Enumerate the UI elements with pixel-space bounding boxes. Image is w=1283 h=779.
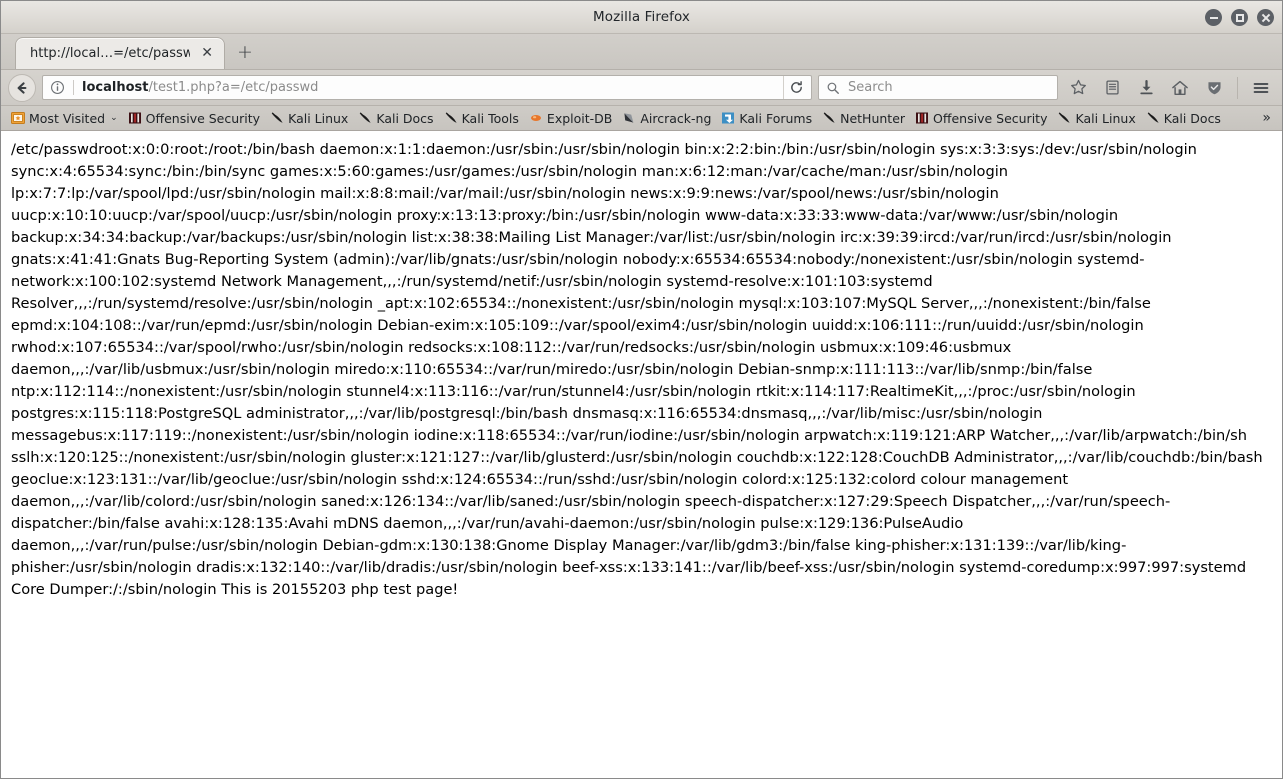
window-title: Mozilla Firefox: [593, 9, 690, 25]
download-arrow-icon: [1139, 79, 1153, 95]
library-button[interactable]: [1098, 74, 1126, 102]
bookmark-label: Offensive Security: [145, 110, 261, 126]
library-icon: [1105, 80, 1119, 95]
chevron-down-icon[interactable]: ⌄: [110, 113, 118, 123]
reload-button[interactable]: [783, 76, 809, 99]
url-bar[interactable]: localhost/test1.php?a=/etc/passwd: [42, 75, 812, 100]
bookmark-label: Most Visited: [29, 110, 106, 126]
bookmark-label: Kali Forums: [739, 110, 813, 126]
identity-box[interactable]: [50, 80, 82, 95]
offsec-icon: [128, 112, 141, 124]
navigation-toolbar: localhost/test1.php?a=/etc/passwd Search: [1, 70, 1282, 106]
kali-dragon-icon: [359, 112, 371, 123]
bookmark-most-visited[interactable]: Most Visited ⌄: [6, 110, 123, 127]
bookmark-offensive-security-2[interactable]: Offensive Security: [910, 110, 1052, 127]
bookmark-aircrack-ng[interactable]: Aircrack-ng: [617, 110, 716, 127]
aircrack-icon: [624, 113, 634, 123]
close-button[interactable]: [1257, 9, 1274, 26]
hamburger-menu-icon: [1253, 82, 1269, 93]
maximize-button[interactable]: [1231, 9, 1248, 26]
bookmark-label: Exploit-DB: [546, 110, 613, 126]
bookmark-kali-forums[interactable]: Kali Forums: [716, 110, 817, 127]
new-tab-button[interactable]: +: [237, 43, 253, 62]
bookmark-kali-linux-2[interactable]: Kali Linux: [1052, 110, 1140, 127]
bookmark-label: Kali Tools: [461, 110, 519, 126]
search-icon: [827, 82, 839, 94]
bookmark-offensive-security-1[interactable]: Offensive Security: [123, 110, 265, 127]
url-path: /test1.php?a=/etc/passwd: [148, 80, 319, 95]
bookmark-label: Kali Docs: [376, 110, 434, 126]
bookmark-kali-docs-1[interactable]: Kali Docs: [353, 110, 438, 127]
bookmark-label: Offensive Security: [933, 110, 1048, 126]
search-input[interactable]: Search: [848, 80, 893, 95]
info-circle-icon: [51, 81, 64, 94]
star-icon: [1070, 79, 1086, 95]
toolbar-separator: [1237, 76, 1238, 99]
url-host: localhost: [82, 80, 149, 95]
offsec-icon: [916, 112, 929, 124]
bookmark-label: Aircrack-ng: [640, 110, 712, 126]
passwd-file-output: /etc/passwdroot:x:0:0:root:/root:/bin/ba…: [11, 141, 1263, 598]
bookmarks-overflow-button[interactable]: »: [1255, 110, 1278, 126]
search-bar[interactable]: Search: [818, 75, 1058, 100]
tracking-protection-button[interactable]: [1200, 74, 1228, 102]
kali-dragon-icon: [271, 112, 283, 123]
url-separator: [73, 80, 74, 95]
url-text: localhost/test1.php?a=/etc/passwd: [82, 80, 783, 95]
bookmark-star-button[interactable]: [1064, 74, 1092, 102]
kali-dragon-icon: [823, 112, 835, 123]
tab-close-icon[interactable]: ✕: [199, 46, 215, 62]
bookmark-kali-docs-2[interactable]: Kali Docs: [1141, 110, 1226, 127]
forums-icon: [722, 112, 735, 124]
bookmark-nethunter[interactable]: NetHunter: [817, 110, 910, 127]
shield-icon: [1207, 82, 1221, 95]
browser-window: Mozilla Firefox http://local…=/etc/passw…: [0, 0, 1283, 779]
downloads-button[interactable]: [1132, 74, 1160, 102]
minimize-button[interactable]: [1205, 9, 1222, 26]
home-button[interactable]: [1166, 74, 1194, 102]
tab-active[interactable]: http://local…=/etc/passwd ✕: [15, 37, 225, 69]
exploitdb-icon: [530, 115, 541, 121]
kali-dragon-icon: [445, 112, 457, 123]
bookmark-label: Kali Docs: [1163, 110, 1221, 126]
bookmarks-bar: Most Visited ⌄ Offensive Security Kali L…: [1, 106, 1282, 131]
back-button[interactable]: [8, 73, 36, 102]
kali-dragon-icon: [1147, 112, 1159, 123]
page-content: /etc/passwdroot:x:0:0:root:/root:/bin/ba…: [1, 131, 1282, 778]
bookmark-label: Kali Linux: [288, 110, 349, 126]
tab-strip: http://local…=/etc/passwd ✕ +: [1, 34, 1282, 70]
bookmark-kali-tools[interactable]: Kali Tools: [439, 110, 524, 127]
menu-button[interactable]: [1247, 74, 1275, 102]
tab-label: http://local…=/etc/passwd: [30, 46, 191, 61]
folder-star-icon: [11, 112, 25, 124]
window-controls: [1205, 1, 1274, 34]
title-bar: Mozilla Firefox: [1, 1, 1282, 34]
home-icon: [1172, 80, 1188, 95]
bookmark-label: NetHunter: [840, 110, 906, 126]
bookmark-label: Kali Linux: [1075, 110, 1136, 126]
bookmark-exploit-db[interactable]: Exploit-DB: [524, 110, 617, 127]
bookmark-kali-linux-1[interactable]: Kali Linux: [265, 110, 353, 127]
kali-dragon-icon: [1059, 112, 1071, 123]
